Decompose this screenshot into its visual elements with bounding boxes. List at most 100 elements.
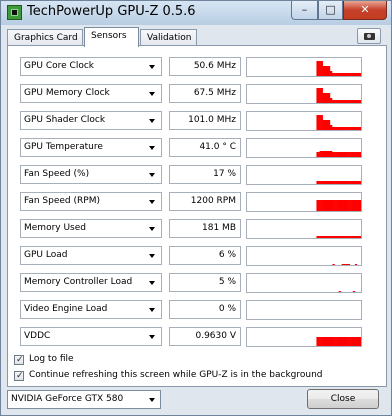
- tab-sensors[interactable]: Sensors: [84, 27, 139, 47]
- sensor-label: Fan Speed (RPM): [24, 196, 100, 206]
- sensor-value: 0.9630 V: [169, 327, 241, 346]
- sensor-graph-plot: [316, 88, 361, 103]
- sensor-row: VDDC 0.9630 V: [20, 327, 370, 347]
- sensor-graph: [246, 192, 362, 212]
- chevron-down-icon: [149, 173, 155, 177]
- chevron-down-icon: [149, 227, 155, 231]
- sensor-value: 101.0 MHz: [169, 111, 241, 130]
- sensor-label-dropdown[interactable]: Memory Controller Load: [20, 273, 162, 292]
- gpu-select-value: NVIDIA GeForce GTX 580: [11, 394, 124, 404]
- tab-graphics-card[interactable]: Graphics Card: [7, 29, 83, 46]
- sensor-label-dropdown[interactable]: GPU Memory Clock: [20, 84, 162, 103]
- sensor-row: GPU Load 6 %: [20, 246, 370, 266]
- sensor-graph: [246, 111, 362, 131]
- graph-bar: [359, 152, 361, 157]
- graph-bar: [355, 264, 358, 265]
- close-button[interactable]: Close: [307, 389, 379, 409]
- sensor-label: GPU Core Clock: [24, 61, 94, 71]
- sensor-graph-plot: [332, 264, 358, 265]
- sensor-label-dropdown[interactable]: Fan Speed (%): [20, 165, 162, 184]
- sensor-value: 6 %: [169, 246, 241, 265]
- tab-validation[interactable]: Validation: [140, 29, 197, 46]
- graph-bar: [359, 100, 361, 103]
- chevron-down-icon: [149, 200, 155, 204]
- minimize-button[interactable]: –: [291, 1, 318, 20]
- sensor-label-dropdown[interactable]: GPU Core Clock: [20, 57, 162, 76]
- chevron-down-icon: [149, 335, 155, 339]
- chevron-down-icon: [149, 65, 155, 69]
- graph-bar: [359, 337, 361, 346]
- sensor-label: GPU Memory Clock: [24, 88, 110, 98]
- graph-bar: [339, 291, 341, 292]
- sensor-graph-plot: [316, 200, 361, 211]
- sensor-graph-plot: [316, 61, 361, 76]
- checkmark-icon: ✓: [16, 371, 24, 381]
- chevron-down-icon: [149, 254, 155, 258]
- sensor-value: 1200 RPM: [169, 192, 241, 211]
- sensor-graph: [246, 57, 362, 77]
- sensor-graph: [246, 327, 362, 347]
- graph-bar: [359, 181, 361, 184]
- sensor-value: 5 %: [169, 273, 241, 292]
- maximize-button[interactable]: □: [318, 1, 343, 20]
- sensor-graph: [246, 300, 362, 320]
- sensor-graph-plot: [316, 236, 361, 238]
- graph-bar: [353, 291, 356, 292]
- camera-icon: [364, 33, 375, 40]
- graph-bar: [359, 200, 361, 211]
- sensor-graph: [246, 84, 362, 104]
- sensor-graph: [246, 219, 362, 239]
- sensor-value: 41.0 ° C: [169, 138, 241, 157]
- sensor-graph: [246, 138, 362, 158]
- sensor-label-dropdown[interactable]: Video Engine Load: [20, 300, 162, 319]
- gpu-select[interactable]: NVIDIA GeForce GTX 580: [7, 390, 161, 409]
- sensor-label: GPU Load: [24, 250, 68, 260]
- chevron-down-icon: [149, 146, 155, 150]
- graph-bar: [359, 73, 361, 76]
- screenshot-button[interactable]: [357, 28, 381, 44]
- sensor-label-dropdown[interactable]: GPU Load: [20, 246, 162, 265]
- sensor-label: VDDC: [24, 331, 51, 341]
- sensor-row: GPU Core Clock 50.6 MHz: [20, 57, 370, 77]
- sensor-label-dropdown[interactable]: GPU Temperature: [20, 138, 162, 157]
- chevron-down-icon: [149, 281, 155, 285]
- chevron-down-icon: [149, 119, 155, 123]
- sensor-row: Video Engine Load 0 %: [20, 300, 370, 320]
- sensor-graph-plot: [316, 337, 361, 346]
- sensor-value: 17 %: [169, 165, 241, 184]
- sensor-row: Memory Used 181 MB: [20, 219, 370, 239]
- sensor-value: 67.5 MHz: [169, 84, 241, 103]
- sensor-label-dropdown[interactable]: VDDC: [20, 327, 162, 346]
- graph-bar: [348, 264, 351, 265]
- continue-refreshing-label: Continue refreshing this screen while GP…: [29, 370, 323, 380]
- sensor-graph-plot: [338, 291, 356, 292]
- graph-bar: [359, 236, 361, 238]
- sensor-row: GPU Memory Clock 67.5 MHz: [20, 84, 370, 104]
- sensor-graph: [246, 246, 362, 266]
- title-bar[interactable]: TechPowerUp GPU-Z 0.5.6 – □ ✕: [1, 1, 391, 25]
- window-title: TechPowerUp GPU-Z 0.5.6: [27, 4, 196, 19]
- sensor-label: Fan Speed (%): [24, 169, 90, 179]
- sensor-label: GPU Temperature: [24, 142, 103, 152]
- gpu-z-icon: [7, 5, 22, 20]
- sensor-value: 181 MB: [169, 219, 241, 238]
- sensor-graph-plot: [316, 181, 361, 184]
- sensor-label-dropdown[interactable]: GPU Shader Clock: [20, 111, 162, 130]
- sensors-panel: GPU Core Clock 50.6 MHz GPU Memory Clock 67…: [7, 45, 387, 387]
- continue-refreshing-checkbox[interactable]: ✓: [14, 371, 24, 381]
- graph-bar: [333, 264, 335, 265]
- sensor-graph-plot: [316, 115, 361, 130]
- chevron-down-icon: [149, 92, 155, 96]
- sensor-row: Fan Speed (RPM) 1200 RPM: [20, 192, 370, 212]
- log-to-file-checkbox[interactable]: ✓: [14, 355, 24, 365]
- sensor-graph-plot: [316, 151, 361, 157]
- sensor-row: Memory Controller Load 5 %: [20, 273, 370, 293]
- sensor-graph-plot: [247, 301, 361, 319]
- sensor-label-dropdown[interactable]: Memory Used: [20, 219, 162, 238]
- sensor-row: Fan Speed (%) 17 %: [20, 165, 370, 185]
- sensor-value: 50.6 MHz: [169, 57, 241, 76]
- sensor-label-dropdown[interactable]: Fan Speed (RPM): [20, 192, 162, 211]
- window-close-button[interactable]: ✕: [343, 1, 387, 20]
- chevron-down-icon: [149, 308, 155, 312]
- log-to-file-label: Log to file: [29, 354, 74, 364]
